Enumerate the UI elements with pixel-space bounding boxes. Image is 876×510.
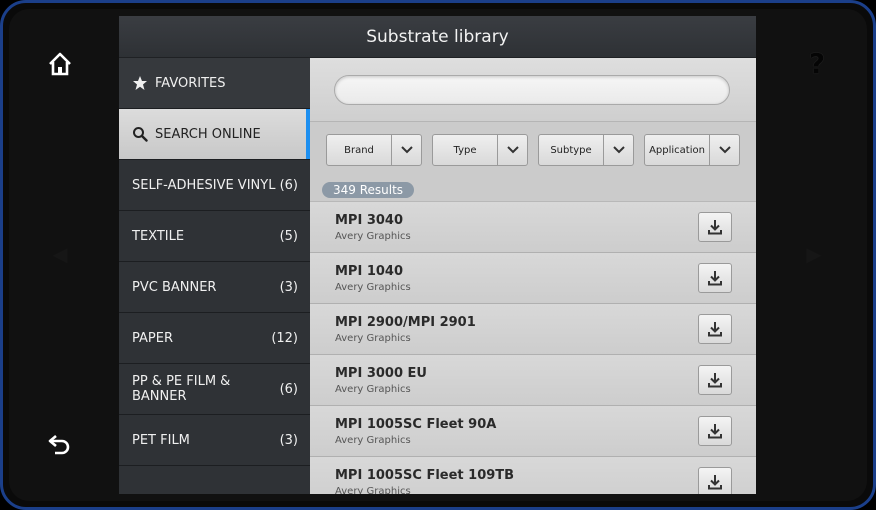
- download-button[interactable]: [698, 467, 732, 494]
- search-icon: [133, 127, 148, 142]
- chevron-down-icon: [603, 135, 633, 165]
- substrate-brand: Avery Graphics: [335, 434, 411, 446]
- star-icon: [133, 76, 147, 90]
- download-icon: [708, 322, 722, 337]
- list-item[interactable]: MPI 1005SC Fleet 90A Avery Graphics: [310, 406, 756, 457]
- substrate-name: MPI 1005SC Fleet 90A: [335, 416, 497, 432]
- search-bar: [310, 58, 756, 122]
- filter-label: Type: [453, 144, 477, 156]
- substrate-brand: Avery Graphics: [335, 281, 411, 293]
- download-icon: [708, 475, 722, 490]
- sidebar-item-label: SELF-ADHESIVE VINYL: [132, 177, 276, 193]
- previous-page-button[interactable]: ◀: [46, 240, 74, 268]
- list-item[interactable]: MPI 3000 EU Avery Graphics: [310, 355, 756, 406]
- sidebar-item-pet-film[interactable]: PET FILM (3): [119, 415, 310, 466]
- sidebar-item-count: (5): [279, 228, 298, 244]
- download-button[interactable]: [698, 365, 732, 395]
- download-icon: [708, 373, 722, 388]
- substrate-brand: Avery Graphics: [335, 383, 411, 395]
- results-summary: 349 Results: [310, 178, 756, 202]
- list-item[interactable]: MPI 3040 Avery Graphics: [310, 202, 756, 253]
- download-button[interactable]: [698, 212, 732, 242]
- substrate-list: MPI 3040 Avery Graphics MPI 1040 Avery G…: [310, 202, 756, 494]
- main-panel: Brand Type Subtype Application 349 Resul…: [310, 58, 756, 494]
- substrate-name: MPI 2900/MPI 2901: [335, 314, 476, 330]
- chevron-down-icon: [497, 135, 527, 165]
- filter-label: Brand: [344, 144, 374, 156]
- download-icon: [708, 220, 722, 235]
- substrate-name: MPI 3000 EU: [335, 365, 427, 381]
- type-filter-dropdown[interactable]: Type: [432, 134, 528, 166]
- screen: Substrate library FAVORITES SEARCH ONLIN…: [119, 16, 756, 494]
- substrate-name: MPI 1040: [335, 263, 404, 279]
- sidebar-item-label: FAVORITES: [155, 75, 226, 91]
- sidebar-item-label: TEXTILE: [132, 228, 185, 244]
- list-item[interactable]: MPI 1005SC Fleet 109TB Avery Graphics: [310, 457, 756, 494]
- sidebar-item-self-adhesive-vinyl[interactable]: SELF-ADHESIVE VINYL (6): [119, 160, 310, 211]
- subtype-filter-dropdown[interactable]: Subtype: [538, 134, 634, 166]
- sidebar-item-count: (6): [279, 177, 298, 193]
- sidebar-item-pvc-banner[interactable]: PVC BANNER (3): [119, 262, 310, 313]
- next-page-button[interactable]: ▶: [800, 240, 828, 268]
- download-icon: [708, 271, 722, 286]
- download-button[interactable]: [698, 314, 732, 344]
- substrate-name: MPI 1005SC Fleet 109TB: [335, 467, 515, 483]
- back-arrow-icon: [48, 435, 70, 455]
- sidebar-item-label: PVC BANNER: [132, 279, 217, 295]
- sidebar-item-favorites[interactable]: FAVORITES: [119, 58, 310, 109]
- download-button[interactable]: [698, 416, 732, 446]
- sidebar-item-label: PP & PE FILM & BANNER: [132, 374, 231, 404]
- substrate-brand: Avery Graphics: [335, 332, 411, 344]
- title-bar: Substrate library: [119, 16, 756, 58]
- sidebar-item-search-online[interactable]: SEARCH ONLINE: [119, 109, 310, 160]
- download-button[interactable]: [698, 263, 732, 293]
- substrate-brand: Avery Graphics: [335, 485, 411, 495]
- chevron-down-icon: [391, 135, 421, 165]
- page-title: Substrate library: [366, 26, 509, 47]
- sidebar-item-label: PET FILM: [132, 432, 190, 448]
- download-icon: [708, 424, 722, 439]
- substrate-name: MPI 3040: [335, 212, 404, 228]
- sidebar-item-paper[interactable]: PAPER (12): [119, 313, 310, 364]
- back-button[interactable]: [44, 428, 76, 460]
- home-icon: [49, 52, 71, 76]
- list-item[interactable]: MPI 1040 Avery Graphics: [310, 253, 756, 304]
- sidebar-item-textile[interactable]: TEXTILE (5): [119, 211, 310, 262]
- filter-label: Subtype: [550, 144, 592, 156]
- home-button[interactable]: [44, 48, 76, 80]
- substrate-brand: Avery Graphics: [335, 230, 411, 242]
- sidebar-item-label: SEARCH ONLINE: [155, 126, 261, 142]
- list-item[interactable]: MPI 2900/MPI 2901 Avery Graphics: [310, 304, 756, 355]
- sidebar-item-count: (12): [271, 330, 298, 346]
- sidebar: FAVORITES SEARCH ONLINE SELF-ADHESIVE VI…: [119, 58, 310, 494]
- filter-bar: Brand Type Subtype Application: [310, 122, 756, 178]
- application-filter-dropdown[interactable]: Application: [644, 134, 740, 166]
- sidebar-item-count: (6): [279, 381, 298, 397]
- search-input[interactable]: [334, 74, 730, 105]
- help-icon: ?: [808, 46, 826, 80]
- help-button[interactable]: ?: [800, 46, 834, 80]
- brand-filter-dropdown[interactable]: Brand: [326, 134, 422, 166]
- sidebar-item-count: (3): [279, 279, 298, 295]
- filter-label: Application: [649, 144, 705, 156]
- results-count-badge: 349 Results: [322, 181, 415, 198]
- sidebar-item-pp-pe-film-banner[interactable]: PP & PE FILM & BANNER (6): [119, 364, 310, 415]
- sidebar-item-label: PAPER: [132, 330, 173, 346]
- arrow-left-icon: ◀: [52, 242, 68, 266]
- sidebar-item-count: (3): [279, 432, 298, 448]
- arrow-right-icon: ▶: [806, 242, 822, 266]
- chevron-down-icon: [709, 135, 739, 165]
